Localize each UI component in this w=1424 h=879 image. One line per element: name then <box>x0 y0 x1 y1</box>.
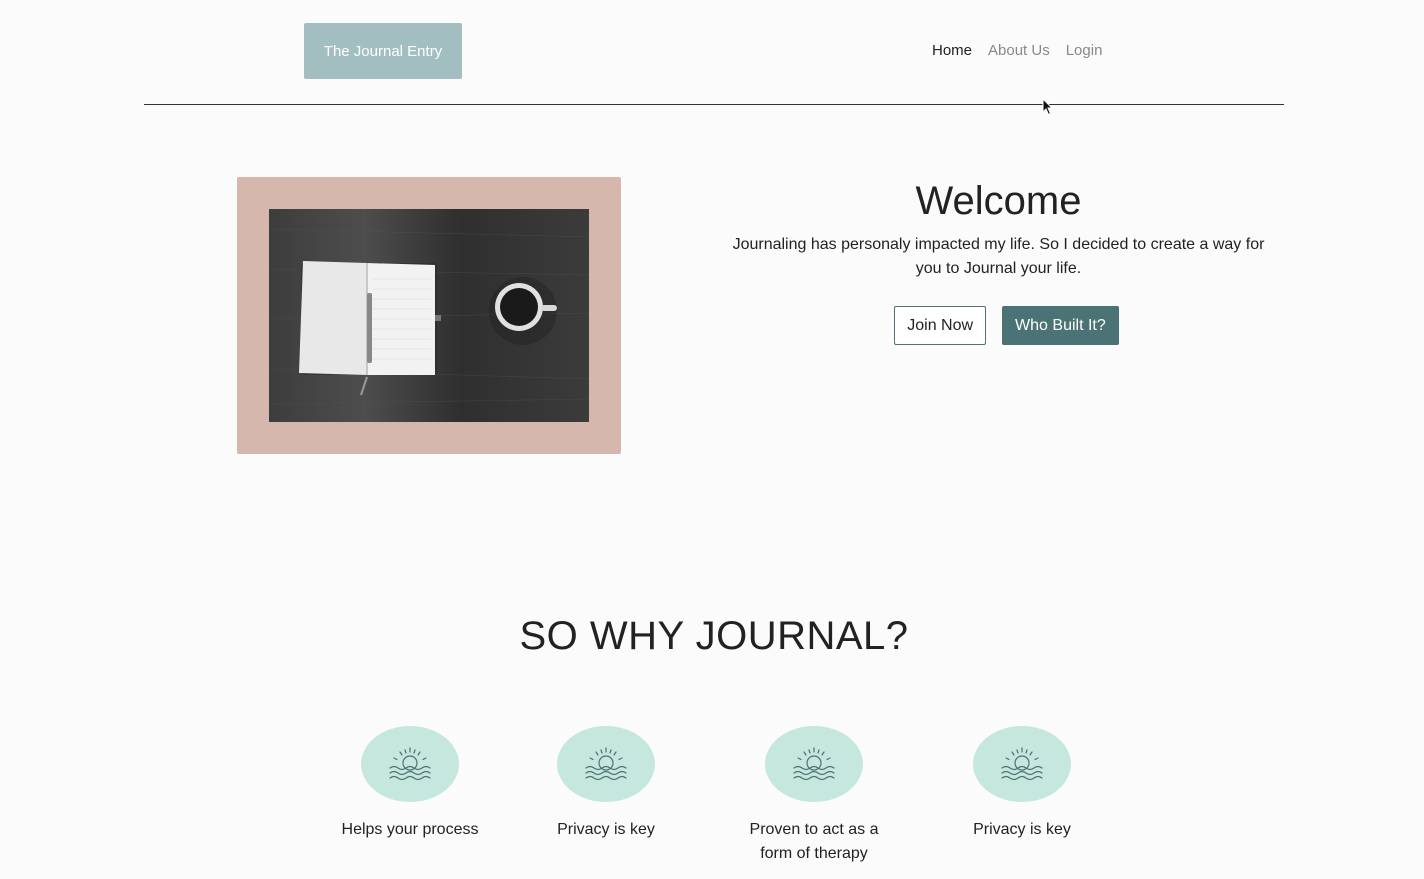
feature-item: Helps your process <box>334 726 486 842</box>
why-journal-title: SO WHY JOURNAL? <box>519 614 909 658</box>
welcome-section: Welcome Journaling has personaly impacte… <box>720 180 1277 345</box>
nav-home[interactable]: Home <box>932 42 972 59</box>
join-now-button[interactable]: Join Now <box>894 306 987 345</box>
feature-label: Privacy is key <box>973 821 1071 838</box>
nav-about-us[interactable]: About Us <box>988 42 1050 59</box>
header-divider <box>144 104 1284 105</box>
feature-label: Privacy is key <box>557 821 655 838</box>
feature-icon-circle <box>765 726 863 802</box>
feature-item: Privacy is key <box>530 726 682 842</box>
welcome-description: Journaling has personaly impacted my lif… <box>732 236 1265 277</box>
hero-image-frame <box>237 177 621 454</box>
mouse-cursor-icon <box>1042 98 1054 116</box>
sunrise-icon <box>1001 747 1043 781</box>
who-built-it-button[interactable]: Who Built It? <box>1002 306 1119 345</box>
sunrise-icon <box>389 747 431 781</box>
feature-icon-circle <box>973 726 1071 802</box>
feature-item: Proven to act as a form of therapy <box>738 726 890 866</box>
sunrise-icon <box>793 747 835 781</box>
sunrise-icon <box>585 747 627 781</box>
feature-label: Helps your process <box>341 821 479 838</box>
nav-login[interactable]: Login <box>1066 42 1103 59</box>
main-nav: Home About Us Login <box>932 42 1102 59</box>
feature-item: Privacy is key <box>946 726 1098 842</box>
welcome-title: Welcome <box>915 179 1082 223</box>
hero-buttons: Join Now Who Built It? <box>736 306 1277 345</box>
notebook-coffee-photo <box>269 209 589 422</box>
feature-icon-circle <box>557 726 655 802</box>
logo-button[interactable]: The Journal Entry <box>304 23 462 79</box>
feature-icon-circle <box>361 726 459 802</box>
feature-label: Proven to act as a form of therapy <box>749 821 879 862</box>
